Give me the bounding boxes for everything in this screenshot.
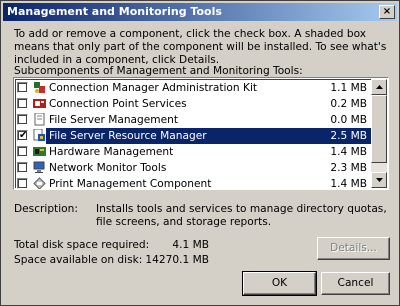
ok-button[interactable]: OK bbox=[242, 271, 317, 296]
component-name: Network Monitor Tools bbox=[49, 162, 167, 174]
component-size: 2.5 MB bbox=[330, 128, 367, 144]
close-icon: × bbox=[382, 6, 392, 17]
disk-required-label: Total disk space required: bbox=[14, 239, 150, 251]
component-checkbox[interactable] bbox=[17, 98, 28, 109]
hardware-icon bbox=[33, 145, 46, 158]
print-management-icon bbox=[33, 177, 46, 189]
description-text: Installs tools and services to manage di… bbox=[96, 203, 387, 228]
component-checkbox[interactable] bbox=[17, 162, 28, 173]
component-name: File Server Resource Manager bbox=[47, 128, 209, 144]
connection-point-icon bbox=[33, 97, 46, 110]
component-row[interactable]: ✔ File Server Resource Manager 2.5 MB bbox=[14, 128, 371, 144]
component-checkbox[interactable] bbox=[17, 178, 28, 189]
component-size: 0.0 MB bbox=[330, 114, 367, 126]
details-button-label: Details... bbox=[330, 242, 377, 254]
window-title: Management and Monitoring Tools bbox=[7, 5, 222, 18]
component-row[interactable]: Print Management Component 1.4 MB bbox=[14, 176, 371, 190]
description-label: Description: bbox=[14, 203, 78, 215]
component-size: 1.4 MB bbox=[330, 146, 367, 158]
dialog-window: Management and Monitoring Tools × To add… bbox=[0, 0, 400, 306]
component-row[interactable]: Connection Manager Administration Kit 1.1… bbox=[14, 80, 371, 96]
component-checkbox[interactable] bbox=[17, 114, 28, 125]
title-bar[interactable]: Management and Monitoring Tools × bbox=[3, 3, 397, 21]
scroll-down-button[interactable] bbox=[371, 172, 387, 188]
component-name: Connection Manager Administration Kit bbox=[49, 82, 258, 94]
arrow-up-icon bbox=[375, 85, 383, 89]
network-monitor-icon bbox=[33, 161, 46, 174]
component-row[interactable]: Network Monitor Tools 2.3 MB bbox=[14, 160, 371, 176]
component-size: 2.3 MB bbox=[330, 162, 367, 174]
vertical-scrollbar[interactable] bbox=[371, 79, 387, 188]
connection-manager-icon bbox=[33, 81, 46, 94]
component-size: 0.2 MB bbox=[330, 98, 367, 110]
component-size: 1.1 MB bbox=[330, 82, 367, 94]
arrow-down-icon bbox=[375, 178, 383, 182]
intro-text: To add or remove a component, click the … bbox=[14, 28, 387, 66]
disk-available-label: Space available on disk: bbox=[14, 254, 143, 266]
component-row[interactable]: Connection Point Services 0.2 MB bbox=[14, 96, 371, 112]
components-listbox[interactable]: Connection Manager Administration Kit 1.1… bbox=[13, 77, 389, 190]
component-checkbox[interactable] bbox=[17, 82, 28, 93]
subcomponents-label: Subcomponents of Management and Monitori… bbox=[14, 65, 303, 77]
checkmark-icon: ✔ bbox=[19, 130, 28, 141]
disk-available-value: 14270.1 MB bbox=[145, 254, 209, 266]
scroll-thumb[interactable] bbox=[371, 95, 387, 163]
component-row[interactable]: Hardware Management 1.4 MB bbox=[14, 144, 371, 160]
component-name: File Server Management bbox=[49, 114, 178, 126]
cancel-button-label: Cancel bbox=[337, 277, 374, 289]
component-checkbox[interactable] bbox=[17, 146, 28, 157]
resource-manager-icon bbox=[33, 128, 46, 142]
cancel-button[interactable]: Cancel bbox=[321, 272, 390, 295]
file-server-icon bbox=[33, 112, 46, 126]
component-name: Hardware Management bbox=[49, 146, 174, 158]
close-button[interactable]: × bbox=[379, 5, 395, 19]
component-name: Connection Point Services bbox=[49, 98, 187, 110]
ok-button-label: OK bbox=[271, 277, 288, 289]
component-checkbox[interactable]: ✔ bbox=[17, 130, 28, 141]
details-button[interactable]: Details... bbox=[317, 237, 390, 260]
component-name: Print Management Component bbox=[49, 178, 212, 190]
scroll-up-button[interactable] bbox=[371, 79, 387, 95]
component-size: 1.4 MB bbox=[330, 178, 367, 190]
disk-required-value: 4.1 MB bbox=[172, 239, 209, 251]
component-row[interactable]: File Server Management 0.0 MB bbox=[14, 112, 371, 128]
